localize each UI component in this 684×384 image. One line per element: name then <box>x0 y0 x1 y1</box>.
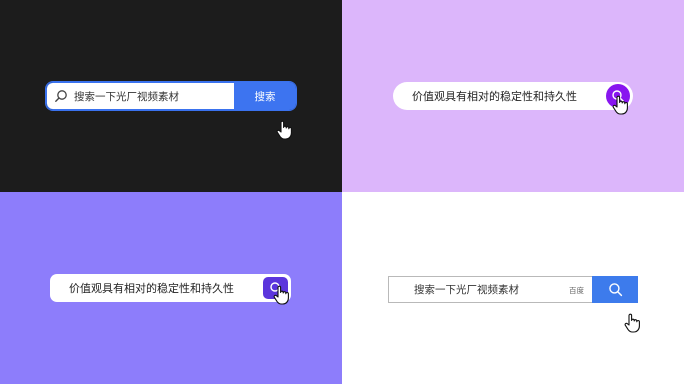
search-bar: 搜索一下光厂视频素材 百度 <box>388 276 638 303</box>
search-bar: 搜索一下光厂视频素材 搜索 <box>46 82 296 110</box>
search-text: 价值观具有相对的稳定性和持久性 <box>69 282 234 295</box>
search-text: 搜索一下光厂视频素材 <box>414 284 519 296</box>
engine-tag: 百度 <box>569 286 584 295</box>
search-input[interactable]: 搜索一下光厂视频素材 <box>46 82 234 110</box>
search-bar[interactable]: 价值观具有相对的稳定性和持久性 <box>50 274 291 302</box>
search-icon <box>54 89 68 103</box>
search-text: 价值观具有相对的稳定性和持久性 <box>412 90 577 103</box>
search-icon <box>608 282 623 297</box>
panel-violet-search: 价值观具有相对的稳定性和持久性 <box>0 192 342 384</box>
hand-cursor-icon <box>271 284 293 306</box>
search-button[interactable]: 搜索 <box>234 82 296 110</box>
hand-cursor-icon <box>622 312 644 334</box>
hand-cursor-icon <box>274 119 296 141</box>
hand-cursor-icon <box>610 94 632 116</box>
search-input[interactable]: 搜索一下光厂视频素材 百度 <box>388 276 592 303</box>
panel-dark-search: 搜索一下光厂视频素材 搜索 <box>0 0 342 192</box>
search-bar[interactable]: 价值观具有相对的稳定性和持久性 <box>393 82 633 110</box>
panel-lilac-search: 价值观具有相对的稳定性和持久性 <box>342 0 684 192</box>
panel-light-search: 搜索一下光厂视频素材 百度 <box>342 192 684 384</box>
search-text: 搜索一下光厂视频素材 <box>74 90 179 103</box>
search-button[interactable] <box>592 276 638 303</box>
